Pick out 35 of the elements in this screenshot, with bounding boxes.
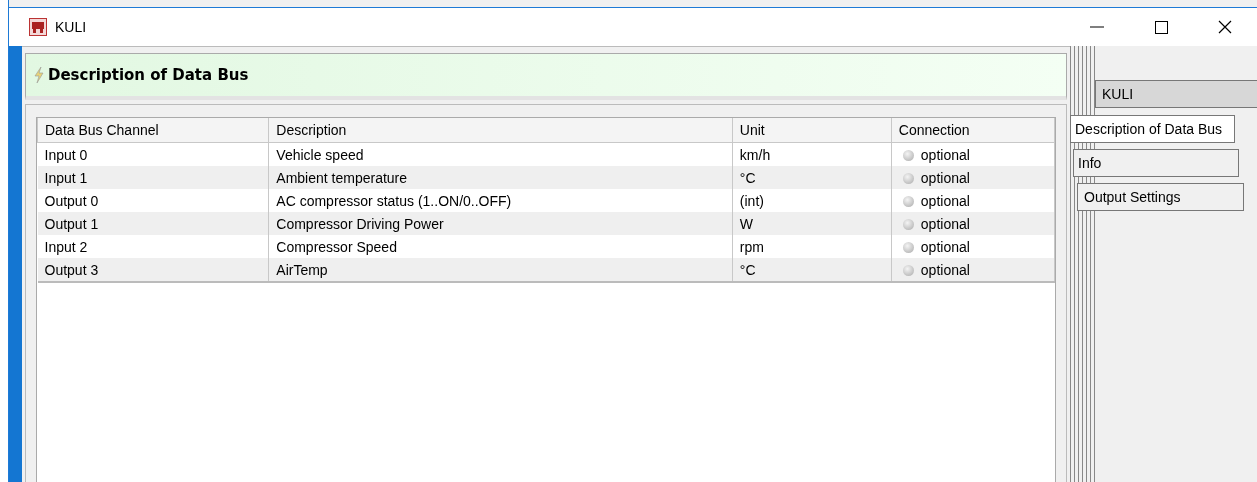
connection-text: optional	[920, 261, 970, 278]
table-cell: °C	[732, 166, 892, 189]
window-title: KULI	[55, 19, 88, 35]
table-cell: AirTemp	[268, 258, 733, 282]
table-cell: Input 1	[37, 166, 269, 189]
connection-text: optional	[920, 192, 970, 209]
table-cell: Output 3	[37, 258, 269, 282]
status-dot-icon	[902, 241, 914, 253]
column-header[interactable]: Unit	[732, 118, 892, 143]
connection-text: optional	[920, 146, 970, 163]
status-dot-icon	[902, 195, 914, 207]
maximize-icon[interactable]	[1154, 20, 1168, 34]
tab[interactable]: KULI	[1095, 80, 1257, 108]
table-cell: Output 1	[37, 212, 269, 235]
tab[interactable]: Description of Data Bus	[1070, 115, 1235, 143]
close-icon[interactable]	[1218, 20, 1232, 34]
table-cell: °C	[732, 258, 892, 282]
column-header[interactable]: Description	[268, 118, 733, 143]
connection-text: optional	[920, 215, 970, 232]
app-icon	[29, 18, 47, 36]
status-dot-icon	[902, 172, 914, 184]
connection-text: optional	[920, 238, 970, 255]
column-header[interactable]: Data Bus Channel	[37, 118, 269, 143]
status-dot-icon	[902, 218, 914, 230]
tab[interactable]: Info	[1073, 149, 1239, 177]
tab[interactable]: Output Settings	[1077, 183, 1244, 211]
status-dot-icon	[902, 264, 914, 276]
table-cell: W	[732, 212, 892, 235]
status-dot-icon	[902, 149, 914, 161]
panel-title: Description of Data Bus	[48, 66, 249, 84]
table-cell: Compressor Driving Power	[268, 212, 733, 235]
column-header[interactable]: Connection	[891, 118, 1055, 143]
lightning-icon	[34, 67, 44, 83]
connection-text: optional	[920, 169, 970, 186]
table-cell: Ambient temperature	[268, 166, 733, 189]
